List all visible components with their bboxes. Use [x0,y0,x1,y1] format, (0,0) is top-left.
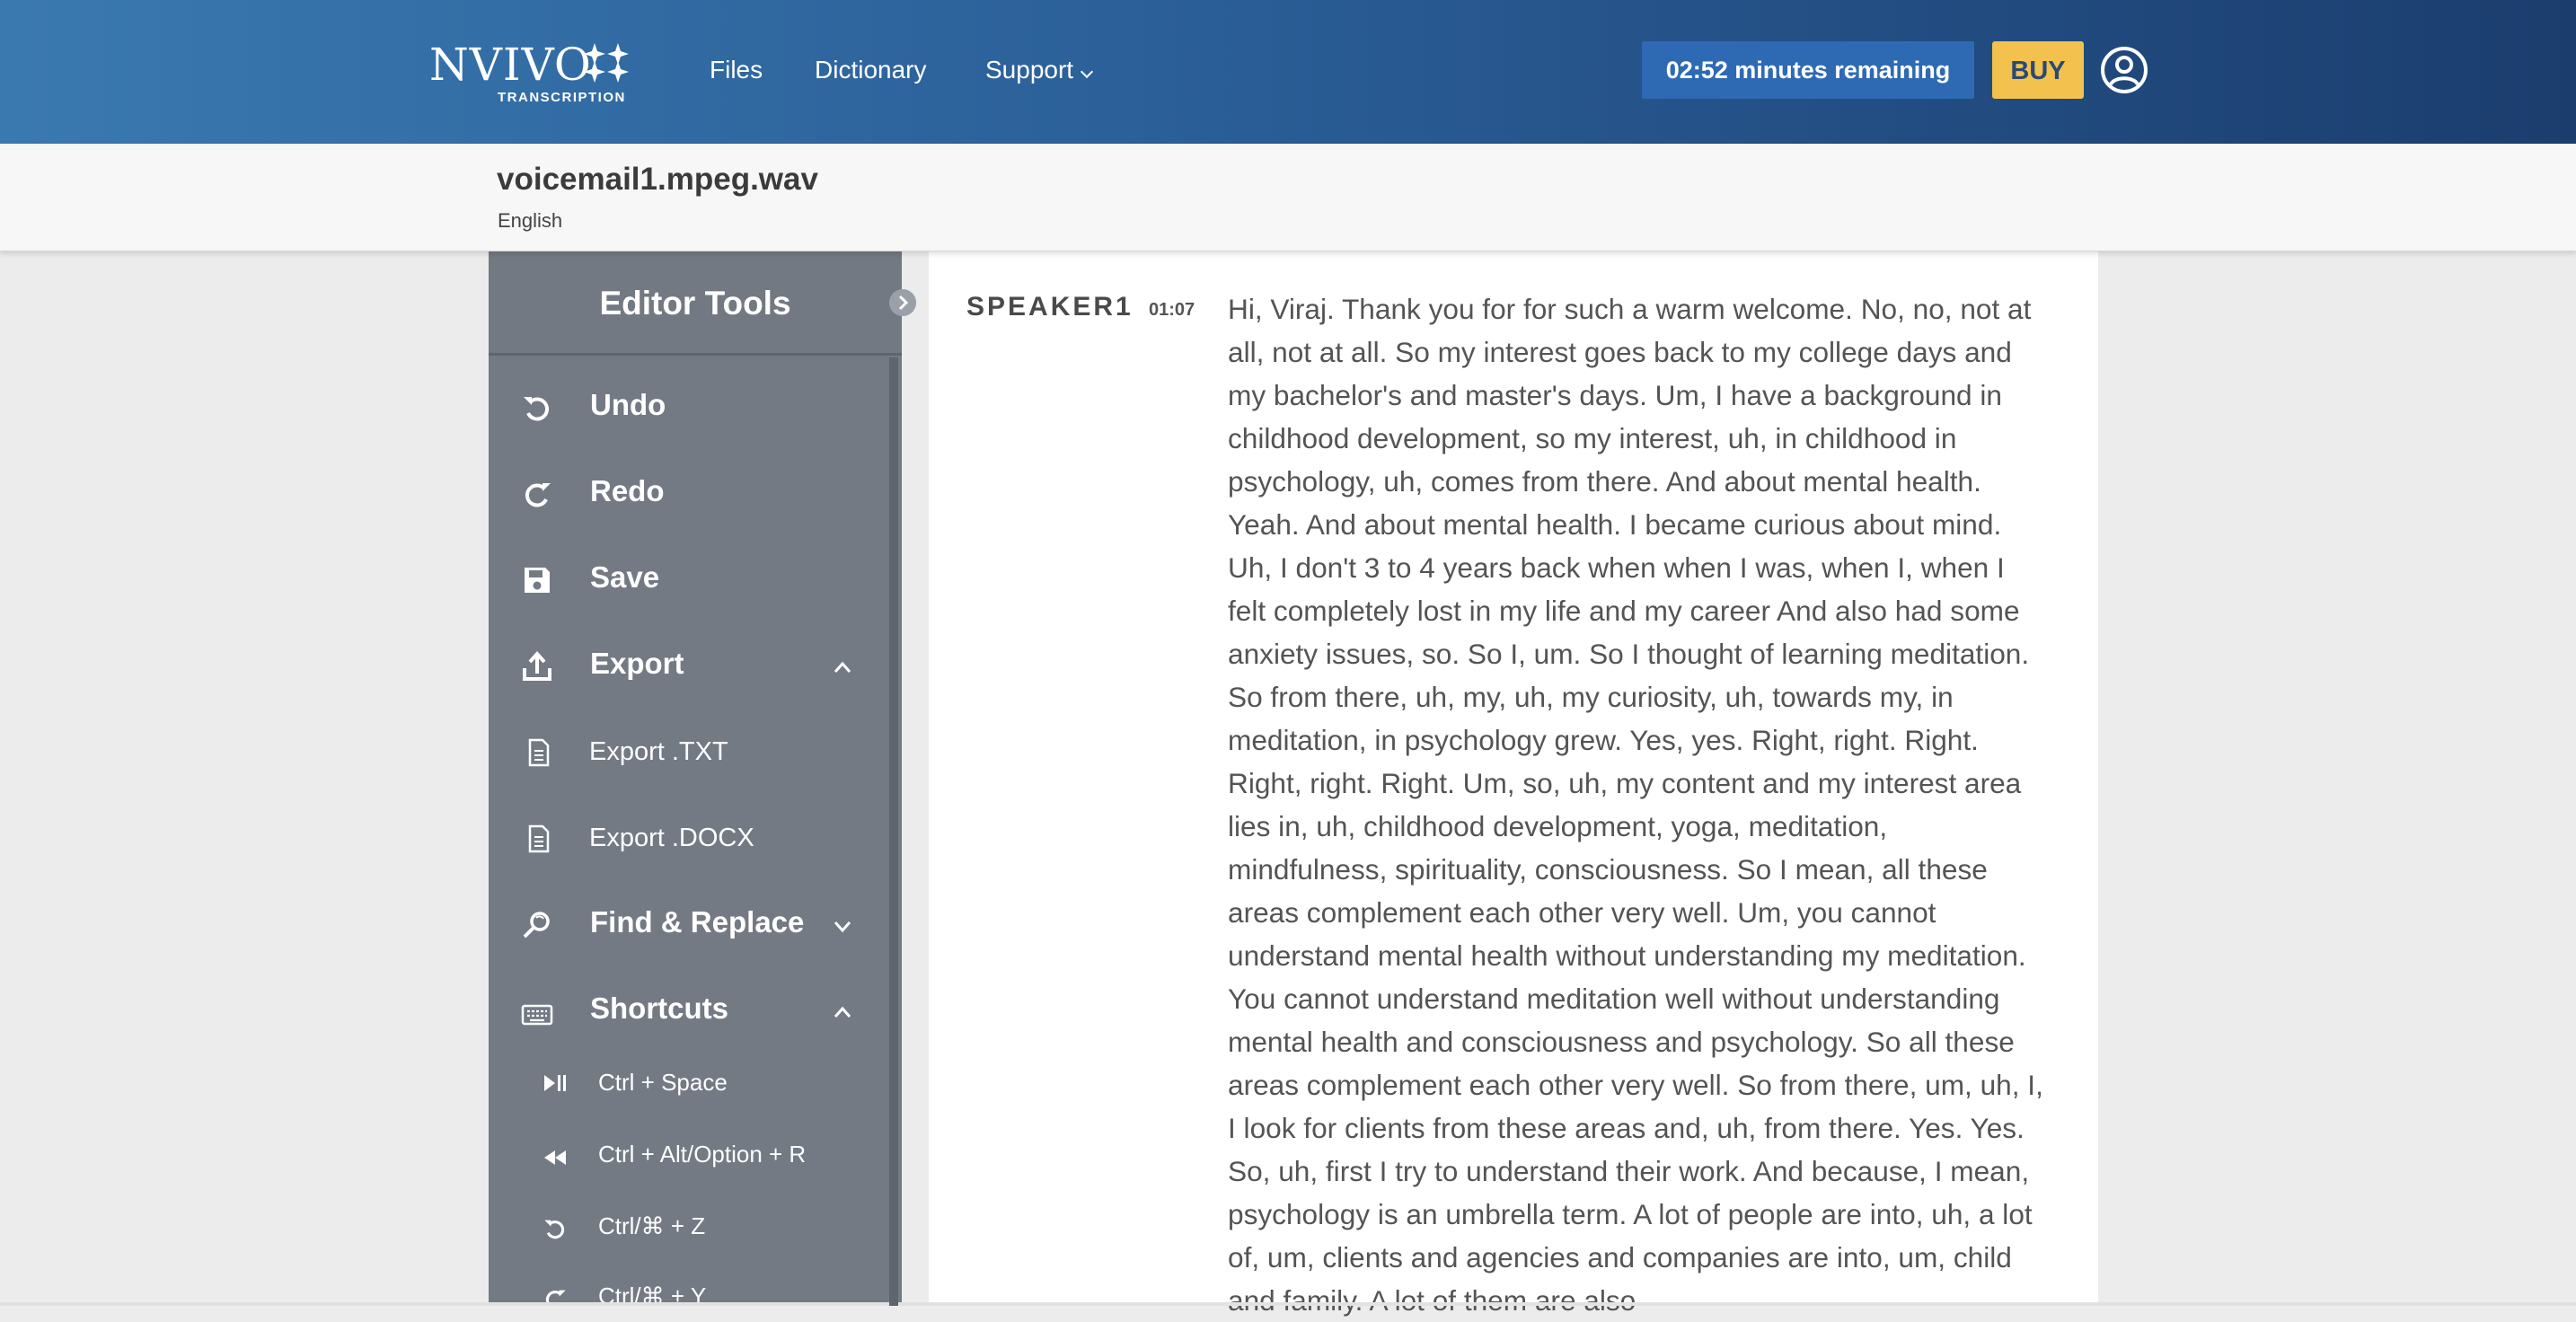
segment-timestamp[interactable]: 01:07 [1149,300,1195,321]
nav-support-label: Support [985,56,1074,84]
shortcut-undo: Ctrl/⌘ + Z [489,1194,893,1266]
undo-icon [544,1220,565,1239]
account-icon[interactable] [2099,45,2149,95]
transcript-text[interactable]: Hi, Viraj. Thank you for for such a warm… [1228,287,2047,1322]
export-button[interactable]: Export [489,627,893,708]
shortcut-redo: Ctrl/⌘ + Y [489,1265,893,1306]
sparkle-icon [584,43,629,83]
logo-wordmark: NVIVO [429,39,592,91]
chevron-up-icon [834,661,851,673]
export-txt-label: Export .TXT [589,737,728,766]
file-bar [0,144,2576,251]
undo-button[interactable]: Undo [489,368,893,449]
rewind-icon [544,1150,566,1165]
nav-files[interactable]: Files [710,52,763,88]
bottom-divider [0,1302,2576,1306]
shortcut-play-pause: Ctrl + Space [489,1051,893,1123]
document-icon [528,824,550,853]
redo-button[interactable]: Redo [489,454,893,535]
shortcuts-button[interactable]: Shortcuts [489,972,893,1053]
shortcut-label: Ctrl + Alt/Option + R [598,1141,807,1168]
export-docx-button[interactable]: Export .DOCX [489,801,893,882]
sidebar-title: Editor Tools [489,251,902,356]
speaker-label[interactable]: SPEAKER1 [966,292,1134,322]
keyboard-icon [521,1004,553,1026]
shortcuts-label: Shortcuts [590,992,729,1025]
chevron-down-icon [1081,65,1094,79]
redo-icon [525,483,551,507]
chevron-up-icon [834,1006,851,1018]
undo-icon [524,397,550,421]
shortcut-label: Ctrl + Space [598,1069,728,1096]
sidebar-scrollbar[interactable] [889,357,898,1306]
undo-label: Undo [590,388,666,421]
logo-subtext: TRANSCRIPTION [498,90,626,105]
nvivo-logo[interactable]: NVIVO TRANSCRIPTION [429,40,636,108]
editor-tools-sidebar: Editor Tools Undo Redo Save Export Expor… [489,251,902,1306]
find-replace-label: Find & Replace [590,905,805,939]
nav-support[interactable]: Support [985,52,1094,88]
redo-label: Redo [590,474,665,507]
file-language: English [498,209,563,232]
time-remaining-badge: 02:52 minutes remaining [1642,41,1974,99]
buy-button[interactable]: BUY [1992,41,2084,99]
find-replace-icon [523,912,550,939]
nav-dictionary[interactable]: Dictionary [815,52,926,88]
export-docx-label: Export .DOCX [589,824,754,852]
document-icon [528,738,550,767]
export-label: Export [590,647,684,680]
save-label: Save [590,560,660,594]
file-name: voicemail1.mpeg.wav [497,162,818,197]
export-txt-button[interactable]: Export .TXT [489,715,893,796]
export-icon [523,650,551,681]
shortcut-rewind: Ctrl + Alt/Option + R [489,1123,893,1194]
shortcut-label: Ctrl/⌘ + Z [598,1212,706,1239]
save-icon [525,568,550,593]
top-header [0,0,2576,144]
save-button[interactable]: Save [489,541,893,621]
collapse-sidebar-icon[interactable] [889,289,916,316]
chevron-down-icon [834,921,851,933]
play-pause-icon [544,1075,566,1091]
find-replace-button[interactable]: Find & Replace [489,886,893,966]
